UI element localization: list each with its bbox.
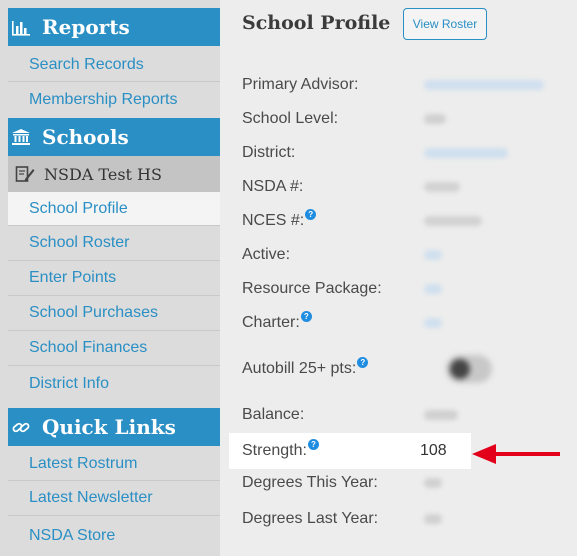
quick-links-section-header[interactable]: Quick Links xyxy=(8,408,220,446)
current-school: NSDA Test HS xyxy=(8,156,220,192)
view-roster-button[interactable]: View Roster xyxy=(403,8,487,40)
page-title: School Profile xyxy=(242,12,391,34)
schools-section-header[interactable]: Schools xyxy=(8,118,220,156)
field-balance: Balance: xyxy=(242,400,572,430)
sidebar-item-label: Latest Rostrum xyxy=(29,454,138,472)
sidebar-item-label: Enter Points xyxy=(29,269,117,286)
bar-chart-icon xyxy=(8,18,34,36)
help-icon[interactable]: ? xyxy=(300,311,312,322)
field-label: Degrees This Year: xyxy=(242,474,378,491)
sidebar-item-school-roster[interactable]: School Roster xyxy=(8,226,220,261)
field-label: District: xyxy=(242,144,296,161)
link-icon xyxy=(8,418,34,436)
field-degrees-this-year: Degrees This Year: xyxy=(242,468,572,498)
field-label: Balance: xyxy=(242,406,305,423)
sidebar-item-district-info[interactable]: District Info xyxy=(8,366,220,401)
sidebar-item-label: Search Records xyxy=(29,55,144,73)
sidebar-item-label: School Purchases xyxy=(29,304,158,321)
redacted-value xyxy=(424,182,460,192)
field-label: Primary Advisor: xyxy=(242,76,359,93)
sidebar-item-search-records[interactable]: Search Records xyxy=(8,48,220,82)
autobill-toggle[interactable] xyxy=(446,355,492,383)
field-label: Charter:? xyxy=(242,311,312,332)
sidebar-item-latest-newsletter[interactable]: Latest Newsletter xyxy=(8,481,220,516)
redacted-value xyxy=(424,410,458,420)
annotation-arrow-icon xyxy=(472,444,560,464)
field-nsda-number: NSDA #: xyxy=(242,172,572,202)
field-charter: Charter:? xyxy=(242,308,572,338)
sidebar-item-label: Latest Newsletter xyxy=(29,489,153,506)
edit-note-icon xyxy=(12,165,38,183)
sidebar-item-label: Membership Reports xyxy=(29,91,178,108)
help-icon[interactable]: ? xyxy=(357,357,369,368)
redacted-value xyxy=(424,478,442,488)
field-active: Active: xyxy=(242,240,572,270)
sidebar-item-membership-reports[interactable]: Membership Reports xyxy=(8,82,220,118)
redacted-value xyxy=(424,318,442,328)
strength-value: 108 xyxy=(420,442,447,459)
help-icon[interactable]: ? xyxy=(305,209,317,220)
field-label-text: Charter: xyxy=(242,314,300,331)
sidebar-item-label: District Info xyxy=(29,374,110,392)
sidebar-item-label: School Roster xyxy=(29,234,130,251)
field-label: Autobill 25+ pts:? xyxy=(242,357,369,378)
field-school-level: School Level: xyxy=(242,104,572,134)
field-primary-advisor: Primary Advisor: xyxy=(242,70,572,100)
field-label: NSDA #: xyxy=(242,178,304,195)
field-label: School Level: xyxy=(242,110,339,127)
quick-links-section-title: Quick Links xyxy=(42,415,176,439)
redacted-value xyxy=(424,80,544,90)
sidebar-item-latest-rostrum[interactable]: Latest Rostrum xyxy=(8,447,220,481)
field-label-text: NCES #: xyxy=(242,212,305,229)
reports-section-title: Reports xyxy=(42,15,130,39)
main-content: School Profile View Roster Primary Advis… xyxy=(220,0,577,556)
redacted-value xyxy=(424,114,446,124)
sidebar-item-label: NSDA Store xyxy=(29,527,116,544)
redacted-value xyxy=(424,250,442,260)
field-label-text: Strength: xyxy=(242,442,307,459)
sidebar-item-nsda-store[interactable]: NSDA Store xyxy=(8,516,220,556)
field-resource-package: Resource Package: xyxy=(242,274,572,304)
field-degrees-last-year: Degrees Last Year: xyxy=(242,504,572,534)
school-name: NSDA Test HS xyxy=(44,164,162,184)
field-autobill: Autobill 25+ pts:? xyxy=(242,354,572,384)
sidebar-item-school-profile[interactable]: School Profile xyxy=(8,192,220,226)
field-label: Resource Package: xyxy=(242,280,382,297)
field-label: Degrees Last Year: xyxy=(242,510,379,527)
redacted-value xyxy=(424,284,442,294)
redacted-value xyxy=(424,148,508,158)
field-label-text: Autobill 25+ pts: xyxy=(242,360,357,377)
redacted-value xyxy=(424,514,442,524)
field-nces-number: NCES #:? xyxy=(242,206,572,236)
help-icon[interactable]: ? xyxy=(307,439,319,450)
field-label: NCES #:? xyxy=(242,209,317,230)
sidebar-item-label: School Finances xyxy=(29,339,148,356)
sidebar: Reports Search Records Membership Report… xyxy=(0,0,220,556)
sidebar-item-label: School Profile xyxy=(29,199,128,217)
sidebar-item-school-purchases[interactable]: School Purchases xyxy=(8,296,220,331)
institution-icon xyxy=(8,128,34,146)
redacted-value xyxy=(424,216,482,226)
schools-section-title: Schools xyxy=(42,125,129,149)
sidebar-item-school-finances[interactable]: School Finances xyxy=(8,331,220,366)
sidebar-item-enter-points[interactable]: Enter Points xyxy=(8,261,220,296)
reports-section-header[interactable]: Reports xyxy=(8,8,220,46)
field-label: Active: xyxy=(242,246,291,263)
field-district: District: xyxy=(242,138,572,168)
field-label: Strength:? xyxy=(242,439,319,460)
field-strength: Strength:? 108 xyxy=(242,436,472,466)
